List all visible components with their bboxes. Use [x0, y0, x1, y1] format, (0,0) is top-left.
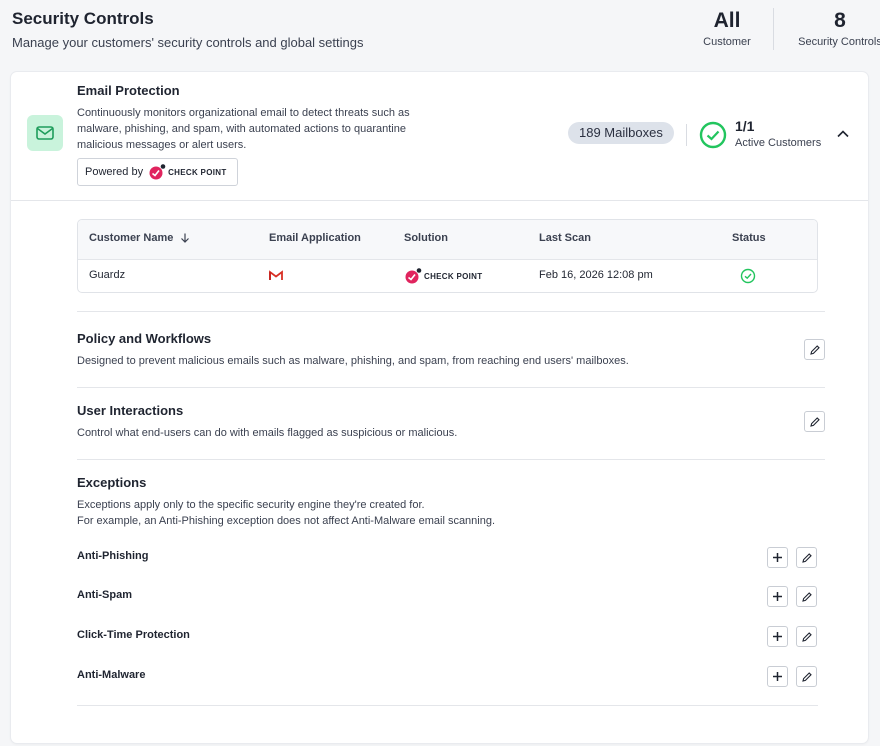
mailboxes-badge: 189 Mailboxes: [568, 122, 674, 144]
plus-icon: [773, 553, 782, 562]
powered-by-label: Powered by: [85, 166, 144, 178]
exception-anti-spam-label: Anti-Spam: [77, 589, 132, 601]
table-row[interactable]: Guardz CHECK POINT Feb 16, 2026 12:08 pm: [78, 260, 817, 292]
divider: [77, 387, 825, 388]
exceptions-description: Exceptions apply only to the specific se…: [77, 497, 825, 529]
edit-user-interactions-button[interactable]: [804, 411, 825, 432]
plus-icon: [773, 672, 782, 681]
policy-description: Designed to prevent malicious emails suc…: [77, 355, 629, 367]
cell-solution: CHECK POINT: [404, 268, 482, 284]
pencil-icon: [809, 416, 820, 427]
product-description: Continuously monitors organizational ema…: [77, 107, 410, 151]
pencil-icon: [801, 552, 812, 563]
cell-last-scan: Feb 16, 2026 12:08 pm: [539, 269, 653, 281]
add-click-time-protection-exception-button[interactable]: [767, 626, 788, 647]
policy-section: Policy and Workflows Designed to prevent…: [77, 331, 825, 369]
plus-icon: [773, 592, 782, 601]
card-header[interactable]: Email Protection Continuously monitors o…: [11, 72, 868, 201]
divider: [77, 705, 818, 706]
edit-anti-malware-exception-button[interactable]: [796, 666, 817, 687]
active-customers-count: 1/1: [735, 118, 755, 134]
table-header: Customer Name Email Application Solution…: [78, 220, 817, 260]
divider: [77, 311, 825, 312]
add-anti-malware-exception-button[interactable]: [767, 666, 788, 687]
sort-arrow-down-icon[interactable]: [179, 232, 191, 244]
cell-solution-text: CHECK POINT: [424, 271, 483, 281]
stat-security-controls[interactable]: 8 Security Controls: [794, 8, 880, 48]
gmail-icon: [269, 270, 283, 284]
stat-customer[interactable]: All Customer: [696, 8, 758, 48]
page-subtitle: Manage your customers' security controls…: [12, 35, 364, 50]
exception-anti-malware-label: Anti-Malware: [77, 669, 146, 681]
page-title: Security Controls: [12, 9, 154, 28]
column-last-scan: Last Scan: [539, 232, 591, 244]
stat-customer-value: All: [713, 9, 741, 32]
stat-customer-label: Customer: [703, 36, 751, 48]
column-solution: Solution: [404, 232, 448, 244]
pencil-icon: [801, 671, 812, 682]
plus-icon: [773, 632, 782, 641]
exceptions-description-line-1: Exceptions apply only to the specific se…: [77, 499, 425, 511]
pencil-icon: [801, 591, 812, 602]
cell-customer-name: Guardz: [89, 269, 126, 281]
checkpoint-logo-mark-icon: [405, 268, 422, 284]
exceptions-title: Exceptions: [77, 475, 147, 490]
check-circle-icon: [740, 268, 756, 287]
pencil-icon: [809, 344, 820, 355]
column-customer-name-label: Customer Name: [89, 232, 174, 244]
checkpoint-logo-text: CHECK POINT: [168, 167, 227, 177]
user-interactions-title: User Interactions: [77, 403, 184, 418]
column-customer-name[interactable]: Customer Name: [89, 232, 191, 244]
active-customers-label: Active Customers: [735, 137, 822, 149]
policy-title: Policy and Workflows: [77, 331, 212, 346]
exception-anti-phishing-label: Anti-Phishing: [77, 550, 149, 562]
pencil-icon: [801, 631, 812, 642]
product-title: Email Protection: [77, 83, 180, 98]
edit-click-time-protection-exception-button[interactable]: [796, 626, 817, 647]
powered-by-badge: Powered by CHECK POINT: [77, 158, 238, 186]
mail-icon: [27, 115, 63, 151]
stat-security-controls-value: 8: [834, 9, 846, 32]
add-anti-phishing-exception-button[interactable]: [767, 547, 788, 568]
divider: [77, 459, 825, 460]
email-protection-card: Email Protection Continuously monitors o…: [11, 72, 868, 743]
checkpoint-logo-mark-icon: [149, 164, 166, 180]
chevron-up-icon[interactable]: [835, 126, 851, 142]
exception-click-time-protection-label: Click-Time Protection: [77, 629, 190, 641]
checkpoint-logo: CHECK POINT: [148, 164, 226, 180]
user-interactions-description: Control what end-users can do with email…: [77, 427, 458, 439]
check-circle-icon: [699, 121, 727, 149]
customers-table: Customer Name Email Application Solution…: [77, 219, 818, 293]
column-email-application: Email Application: [269, 232, 361, 244]
user-interactions-section: User Interactions Control what end-users…: [77, 403, 825, 441]
header-divider: [686, 124, 687, 146]
stat-security-controls-label: Security Controls: [798, 36, 880, 48]
exceptions-description-line-2: For example, an Anti-Phishing exception …: [77, 515, 496, 527]
exceptions-section: Exceptions Exceptions apply only to the …: [77, 475, 825, 529]
column-status: Status: [732, 232, 766, 244]
edit-anti-spam-exception-button[interactable]: [796, 586, 817, 607]
add-anti-spam-exception-button[interactable]: [767, 586, 788, 607]
edit-policy-button[interactable]: [804, 339, 825, 360]
page-header: Security Controls Manage your customers'…: [0, 0, 880, 62]
edit-anti-phishing-exception-button[interactable]: [796, 547, 817, 568]
stat-divider: [773, 8, 774, 50]
